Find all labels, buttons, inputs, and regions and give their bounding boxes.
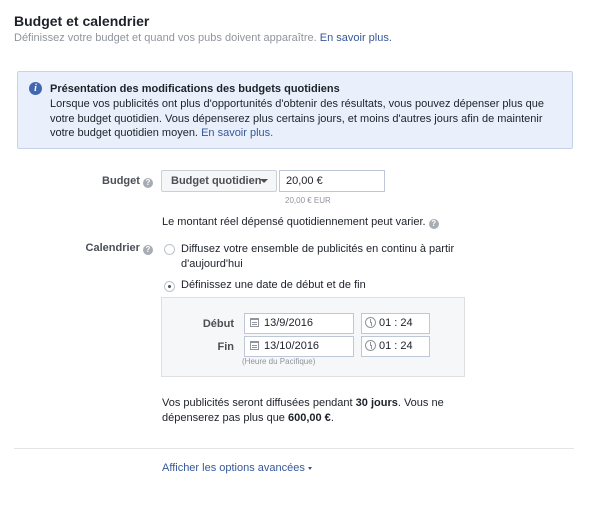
start-date-input[interactable]: 13/9/2016 — [244, 313, 354, 334]
summary-prefix: Vos publicités seront diffusées pendant — [162, 397, 356, 409]
summary-line2-suffix: . — [330, 412, 334, 424]
end-date-input[interactable]: 13/10/2016 — [244, 336, 354, 357]
budget-type-value: Budget quotidien — [171, 175, 262, 187]
notice-text: Lorsque vos publicités ont plus d'opport… — [50, 98, 545, 139]
clock-icon — [365, 317, 376, 328]
budget-amount-hint: 20,00 € EUR — [285, 196, 331, 205]
budget-label-row: Budget ? — [60, 175, 153, 188]
budget-label: Budget — [102, 175, 140, 187]
advanced-options-label: Afficher les options avancées — [162, 462, 305, 474]
end-time-input[interactable]: 01 : 24 — [361, 336, 430, 357]
notice-learn-more-link[interactable]: En savoir plus. — [201, 127, 273, 139]
summary-suffix: . Vous ne — [397, 397, 444, 409]
section-divider — [14, 448, 574, 449]
summary-max-spend: 600,00 € — [287, 412, 331, 424]
end-label: Fin — [217, 341, 235, 353]
calendar-help-icon[interactable]: ? — [143, 245, 153, 255]
notice-title: Présentation des modifications des budge… — [50, 83, 340, 95]
budget-type-dropdown[interactable]: Budget quotidien — [161, 170, 277, 192]
summary-line2-prefix: dépenserez pas plus que — [162, 412, 288, 424]
budget-help-icon[interactable]: ? — [143, 178, 153, 188]
start-date-value: 13/9/2016 — [264, 317, 313, 329]
learn-more-link[interactable]: En savoir plus. — [320, 32, 392, 44]
chevron-down-icon — [307, 467, 312, 470]
budget-variance-note: Le montant réel dépensé quotidiennement … — [162, 216, 426, 228]
info-icon: i — [29, 82, 42, 95]
date-range-radio[interactable] — [164, 281, 175, 292]
summary-duration: 30 jours — [355, 397, 398, 409]
schedule-summary: Vos publicités seront diffusées pendant … — [162, 396, 452, 426]
daily-budget-notice: i Présentation des modifications des bud… — [17, 71, 573, 149]
start-label: Début — [202, 318, 234, 330]
start-time-value: 01 : 24 — [379, 317, 413, 329]
clock-icon — [365, 340, 376, 351]
budget-amount-input[interactable]: 20,00 € — [279, 170, 385, 192]
section-subtitle: Définissez votre budget et quand vos pub… — [14, 32, 392, 44]
end-date-value: 13/10/2016 — [264, 340, 320, 352]
notice-body: Lorsque vos publicités ont plus d'opport… — [50, 97, 555, 141]
date-range-option-label[interactable]: Définissez une date de début et de fin — [181, 279, 366, 291]
continuous-radio[interactable] — [164, 244, 175, 255]
calendar-label-row: Calendrier ? — [60, 242, 153, 255]
timezone-label: (Heure du Pacifique) — [242, 357, 316, 366]
advanced-options-link[interactable]: Afficher les options avancées — [162, 462, 312, 474]
budget-variance-row: Le montant réel dépensé quotidiennement … — [162, 216, 439, 229]
continuous-option-label[interactable]: Diffusez votre ensemble de publicités en… — [181, 242, 481, 272]
calendar-icon — [250, 318, 259, 327]
date-range-panel: Début 13/9/2016 01 : 24 Fin 13/10/2016 0… — [161, 297, 465, 377]
subtitle-text: Définissez votre budget et quand vos pub… — [14, 32, 317, 44]
start-time-input[interactable]: 01 : 24 — [361, 313, 430, 334]
chevron-down-icon — [260, 179, 268, 183]
calendar-label: Calendrier — [85, 242, 140, 254]
section-title: Budget et calendrier — [14, 13, 150, 29]
end-time-value: 01 : 24 — [379, 340, 413, 352]
calendar-icon — [250, 341, 259, 350]
variance-help-icon[interactable]: ? — [428, 219, 439, 229]
